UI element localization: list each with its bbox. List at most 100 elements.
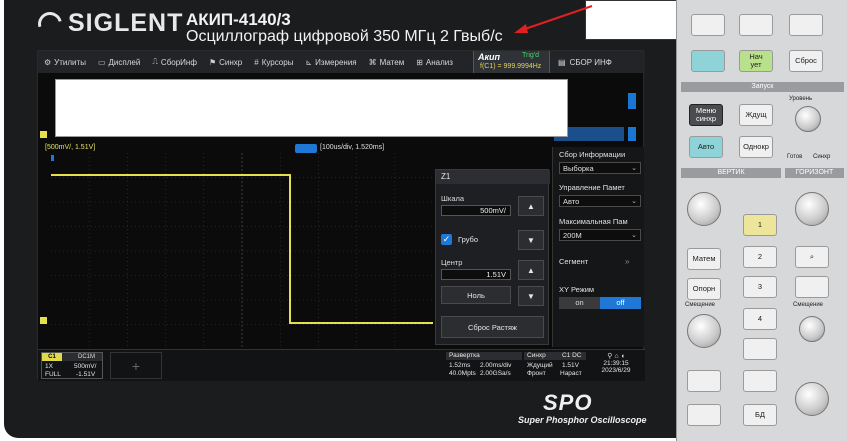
reference-button[interactable]: Опорн (687, 278, 721, 300)
run-stop-button[interactable]: Нач ует (739, 50, 773, 72)
zoom-dialog: Z1 Шкала 500mV/ ▲ ✓ Грубо ▼ Центр 1.51V … (435, 169, 550, 345)
channel-off-button[interactable] (743, 338, 777, 360)
timebase-readout: [100us/div, 1.520ms] (320, 144, 385, 151)
center-label: Центр (441, 258, 463, 267)
scale-up-button[interactable]: ▲ (518, 196, 544, 216)
max-memory-label: Максимальная Пам (559, 217, 628, 226)
select-value: Авто (563, 197, 580, 206)
display-icon: ▭ (97, 57, 106, 67)
menu-trigger[interactable]: ⚑ Синхр (203, 51, 248, 73)
channel3-button[interactable]: 3 (743, 276, 777, 298)
menu-cursors[interactable]: # Курсоры (248, 51, 299, 73)
menu-scroll-indicator (628, 93, 636, 109)
acquire-mode-select[interactable]: Выборка ⌄ (559, 162, 641, 174)
coarse-checkbox[interactable]: ✓ (441, 234, 452, 245)
cursor-icon: # (254, 57, 259, 67)
analysis-icon: ⊞ (416, 57, 423, 67)
trigger-level-knob[interactable] (795, 106, 821, 132)
reset-zoom-button[interactable]: Сброс Растяж (441, 316, 544, 338)
horizontal-position-knob[interactable] (795, 192, 829, 226)
chevron-right-icon[interactable]: » (625, 257, 629, 266)
trigger-slope: Нараст (560, 370, 582, 377)
menu-display[interactable]: ▭ Дисплей (92, 51, 146, 73)
add-channel-button[interactable]: + (110, 352, 162, 379)
document-icon: ▤ (558, 57, 566, 67)
menu-sync-button[interactable]: Меню синхр (689, 104, 723, 126)
math-button[interactable]: Матем (687, 248, 721, 270)
bottom-button-2[interactable] (743, 370, 777, 392)
menu-math[interactable]: ⌘ Матем (363, 51, 411, 73)
channel1-button[interactable]: 1 (743, 214, 777, 236)
acquire-title: Сбор Информации (559, 150, 626, 159)
bottom-button-3[interactable] (687, 404, 721, 426)
channel2-button[interactable]: 2 (743, 246, 777, 268)
channel4-button[interactable]: 4 (743, 308, 777, 330)
trigger-info[interactable]: Синхр C1 DC Ждущий 1.51V Фронт Нараст (524, 352, 586, 379)
menu-measure[interactable]: ⊾ Измерения (299, 51, 362, 73)
scale-input[interactable]: 500mV/ (441, 205, 511, 216)
flag-icon: ⚑ (208, 57, 217, 67)
xy-on-option[interactable]: on (559, 297, 600, 309)
menu-scroll-indicator-2 (628, 127, 636, 141)
channel-scale-readout: [500mV/, 1.51V] (45, 144, 96, 151)
timebase-delay: 1.52ms (449, 362, 471, 369)
search-button[interactable] (795, 276, 829, 298)
memory-label: Управление Памет (559, 183, 625, 192)
center-up-button[interactable]: ▲ (518, 260, 544, 280)
auto-trigger-button[interactable]: Авто (689, 136, 723, 158)
math-icon: ⌘ (368, 57, 377, 67)
clock-time: 21:39:15 (603, 360, 629, 367)
reset-button[interactable]: Сброс (789, 50, 823, 72)
bottom-button-1[interactable] (687, 370, 721, 392)
channel1-offset-marker[interactable] (40, 317, 47, 324)
timebase-info[interactable]: Развертка 1.52ms 2.00ms/div 40.0Mpts 2.0… (446, 352, 522, 379)
center-input[interactable]: 1.51V (441, 269, 511, 280)
top-button-2[interactable] (739, 14, 773, 36)
run-section-title: Запуск (681, 82, 844, 92)
null-button[interactable]: Ноль (441, 286, 511, 304)
memory-depth: 40.0Mpts (449, 370, 476, 377)
default-setup-button[interactable]: БД (743, 404, 777, 426)
trigger-status-box[interactable]: Акип Trig'd f(C1) = 999.9994Hz (473, 51, 550, 73)
horizontal-offset-label: Смещение (793, 302, 824, 308)
trigger-level: 1.51V (562, 362, 579, 369)
chevron-down-icon: ⌄ (631, 198, 637, 205)
status-bar: C1 DC1M 1X 500mV/ FULL -1.51V + Развертк… (38, 349, 645, 381)
trigger-title: Синхр C1 DC (524, 352, 586, 360)
center-down-button[interactable]: ▼ (518, 286, 544, 306)
top-button-3[interactable] (789, 14, 823, 36)
measure-icon: ⊾ (305, 57, 313, 67)
cyan-function-button[interactable] (691, 50, 725, 72)
info-menu-label: СБОР ИНФ (569, 57, 612, 67)
status-icons: ⚲ ⌂ ◖ (590, 352, 642, 360)
waveform-graticule[interactable] (51, 153, 433, 349)
menu-utilities[interactable]: ⚙ Утилиты (38, 51, 92, 73)
segment-label[interactable]: Сегмент (559, 257, 588, 266)
acquisition-mode: Акип (478, 52, 501, 62)
vertical-scale-knob[interactable] (687, 314, 721, 348)
scale-down-button[interactable]: ▼ (518, 230, 544, 250)
channel1-info[interactable]: C1 DC1M 1X 500mV/ FULL -1.51V (41, 352, 103, 379)
horizontal-scale-knob[interactable] (799, 316, 825, 342)
memory-mode-select[interactable]: Авто ⌄ (559, 195, 641, 207)
menu-label: Измерения (315, 57, 357, 67)
acquire-info-menu[interactable]: ▤ СБОР ИНФ (558, 51, 612, 73)
menu-analysis[interactable]: ⊞ Анализ (410, 51, 459, 73)
brand-logo: SIGLENT (33, 7, 184, 40)
menu-label: Анализ (425, 57, 453, 67)
zoom-button[interactable]: ⌕ (795, 246, 829, 268)
xy-off-option[interactable]: off (600, 297, 641, 309)
top-button-1[interactable] (691, 14, 725, 36)
max-memory-select[interactable]: 200M ⌄ (559, 229, 641, 241)
vertical-offset-label: Смещение (685, 302, 716, 308)
menu-acquire[interactable]: ⎍ СборИнф (146, 51, 203, 73)
brand-name: SIGLENT (68, 9, 184, 37)
select-value: Выборка (563, 164, 594, 173)
vertical-position-knob[interactable] (687, 192, 721, 226)
xy-mode-toggle[interactable]: on off (559, 297, 641, 309)
normal-trigger-button[interactable]: Ждущ (739, 104, 773, 126)
universal-knob[interactable] (795, 382, 829, 416)
menu-label: Курсоры (261, 57, 294, 67)
single-trigger-button[interactable]: Однокр (739, 136, 773, 158)
trigger-level-marker[interactable] (40, 131, 47, 138)
